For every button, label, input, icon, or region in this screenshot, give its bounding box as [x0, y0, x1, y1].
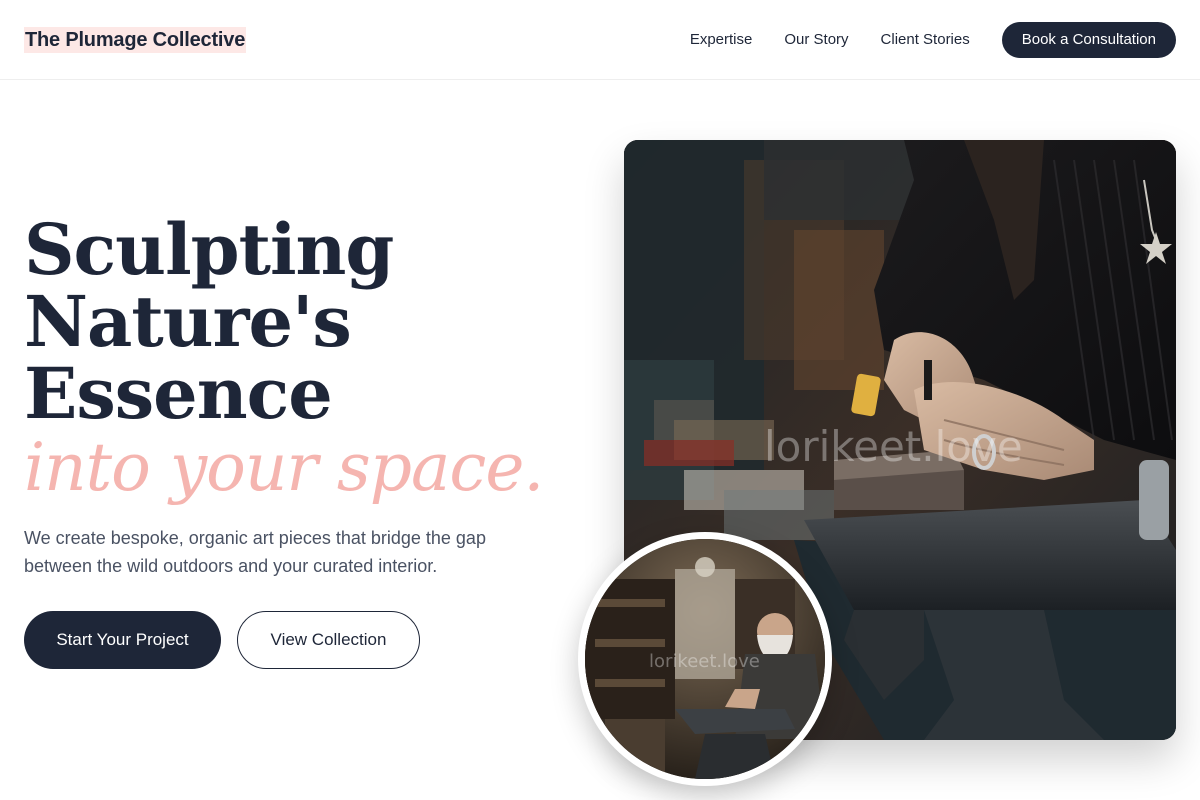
hero-title-line: Sculpting [24, 208, 394, 291]
nav-link-expertise[interactable]: Expertise [690, 22, 753, 58]
nav-link-our-story[interactable]: Our Story [784, 22, 848, 58]
start-project-button[interactable]: Start Your Project [24, 611, 221, 669]
view-collection-button[interactable]: View Collection [237, 611, 420, 669]
hero-description: We create bespoke, organic art pieces th… [24, 528, 486, 576]
blacksmith-illustration [585, 539, 825, 779]
site-header: The Plumage Collective Expertise Our Sto… [0, 0, 1200, 80]
brand-logo[interactable]: The Plumage Collective [24, 27, 247, 53]
blacksmith-inset-photo: lorikeet.love [578, 532, 832, 786]
hero-title-line: Nature's [24, 280, 352, 363]
nav-link-client-stories[interactable]: Client Stories [881, 22, 970, 58]
hero-accent-text: into your space. [24, 429, 544, 506]
main-nav: Expertise Our Story Client Stories Book … [690, 22, 1176, 58]
hero-title-line: Essence [24, 352, 333, 435]
hero-title: Sculpting Nature's Essence [24, 208, 394, 435]
book-consultation-button[interactable]: Book a Consultation [1001, 22, 1176, 58]
